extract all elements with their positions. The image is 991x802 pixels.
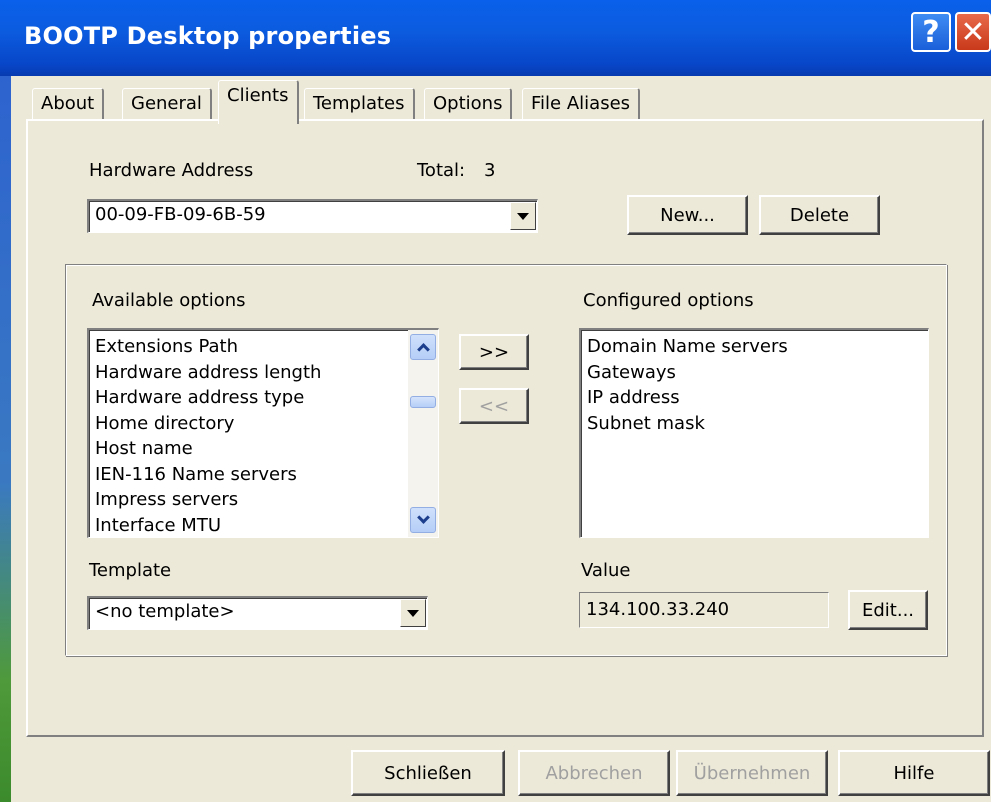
list-item[interactable]: Subnet mask bbox=[587, 411, 788, 437]
tab-file-aliases[interactable]: File Aliases bbox=[522, 88, 641, 120]
list-item[interactable]: Home directory bbox=[95, 411, 321, 437]
total-label: Total: bbox=[417, 160, 466, 181]
remove-option-button[interactable]: << bbox=[459, 388, 529, 424]
list-item[interactable]: Gateways bbox=[587, 360, 788, 386]
tab-clients[interactable]: Clients bbox=[218, 80, 299, 124]
list-item[interactable]: Hardware address type bbox=[95, 385, 321, 411]
list-item[interactable]: IP address bbox=[587, 385, 788, 411]
apply-button[interactable]: Übernehmen bbox=[676, 750, 828, 796]
configured-options-list[interactable]: Domain Name servers Gateways IP address … bbox=[579, 328, 929, 538]
new-button[interactable]: New... bbox=[627, 195, 748, 235]
scroll-down-icon[interactable] bbox=[410, 507, 436, 533]
list-item[interactable]: Impress servers bbox=[95, 487, 321, 513]
vertical-scrollbar[interactable] bbox=[408, 330, 438, 537]
edit-button[interactable]: Edit... bbox=[848, 590, 928, 630]
value-label: Value bbox=[581, 560, 631, 581]
template-label: Template bbox=[89, 560, 172, 581]
help-icon[interactable]: ? bbox=[911, 12, 951, 52]
configured-options-label: Configured options bbox=[583, 290, 754, 311]
tab-about[interactable]: About bbox=[32, 88, 105, 120]
scroll-up-icon[interactable] bbox=[410, 334, 436, 360]
available-options-items: Extensions Path Hardware address length … bbox=[95, 334, 321, 538]
dropdown-arrow-icon[interactable] bbox=[510, 202, 536, 230]
hardware-address-select[interactable]: 00-09-FB-09-6B-59 bbox=[87, 199, 538, 233]
cancel-button[interactable]: Abbrechen bbox=[518, 750, 670, 796]
list-item[interactable]: Domain Name servers bbox=[587, 334, 788, 360]
add-option-button[interactable]: >> bbox=[459, 334, 529, 370]
value-field: 134.100.33.240 bbox=[579, 592, 829, 628]
tab-general[interactable]: General bbox=[122, 88, 212, 120]
list-item[interactable]: Extensions Path bbox=[95, 334, 321, 360]
tab-templates[interactable]: Templates bbox=[304, 88, 415, 120]
window-title: BOOTP Desktop properties bbox=[24, 22, 392, 50]
available-options-list[interactable]: Extensions Path Hardware address length … bbox=[87, 328, 439, 538]
desktop-background bbox=[0, 0, 11, 802]
tab-options[interactable]: Options bbox=[424, 88, 513, 120]
list-item[interactable]: Interface MTU bbox=[95, 513, 321, 538]
list-item[interactable]: IEN-116 Name servers bbox=[95, 462, 321, 488]
configured-options-items: Domain Name servers Gateways IP address … bbox=[587, 334, 788, 436]
hardware-address-label: Hardware Address bbox=[89, 160, 254, 181]
template-value: <no template> bbox=[95, 601, 235, 622]
available-options-label: Available options bbox=[92, 290, 246, 311]
list-item[interactable]: Hardware address length bbox=[95, 360, 321, 386]
dropdown-arrow-icon[interactable] bbox=[400, 599, 426, 627]
list-item[interactable]: Host name bbox=[95, 436, 321, 462]
template-select[interactable]: <no template> bbox=[87, 596, 428, 630]
total-count: 3 bbox=[484, 160, 496, 181]
hardware-address-value: 00-09-FB-09-6B-59 bbox=[95, 204, 266, 225]
close-icon[interactable]: ✕ bbox=[955, 12, 991, 52]
scrollbar-thumb[interactable] bbox=[410, 396, 436, 408]
delete-button[interactable]: Delete bbox=[759, 195, 880, 235]
close-button[interactable]: Schließen bbox=[351, 750, 505, 796]
help-button[interactable]: Hilfe bbox=[838, 750, 990, 796]
